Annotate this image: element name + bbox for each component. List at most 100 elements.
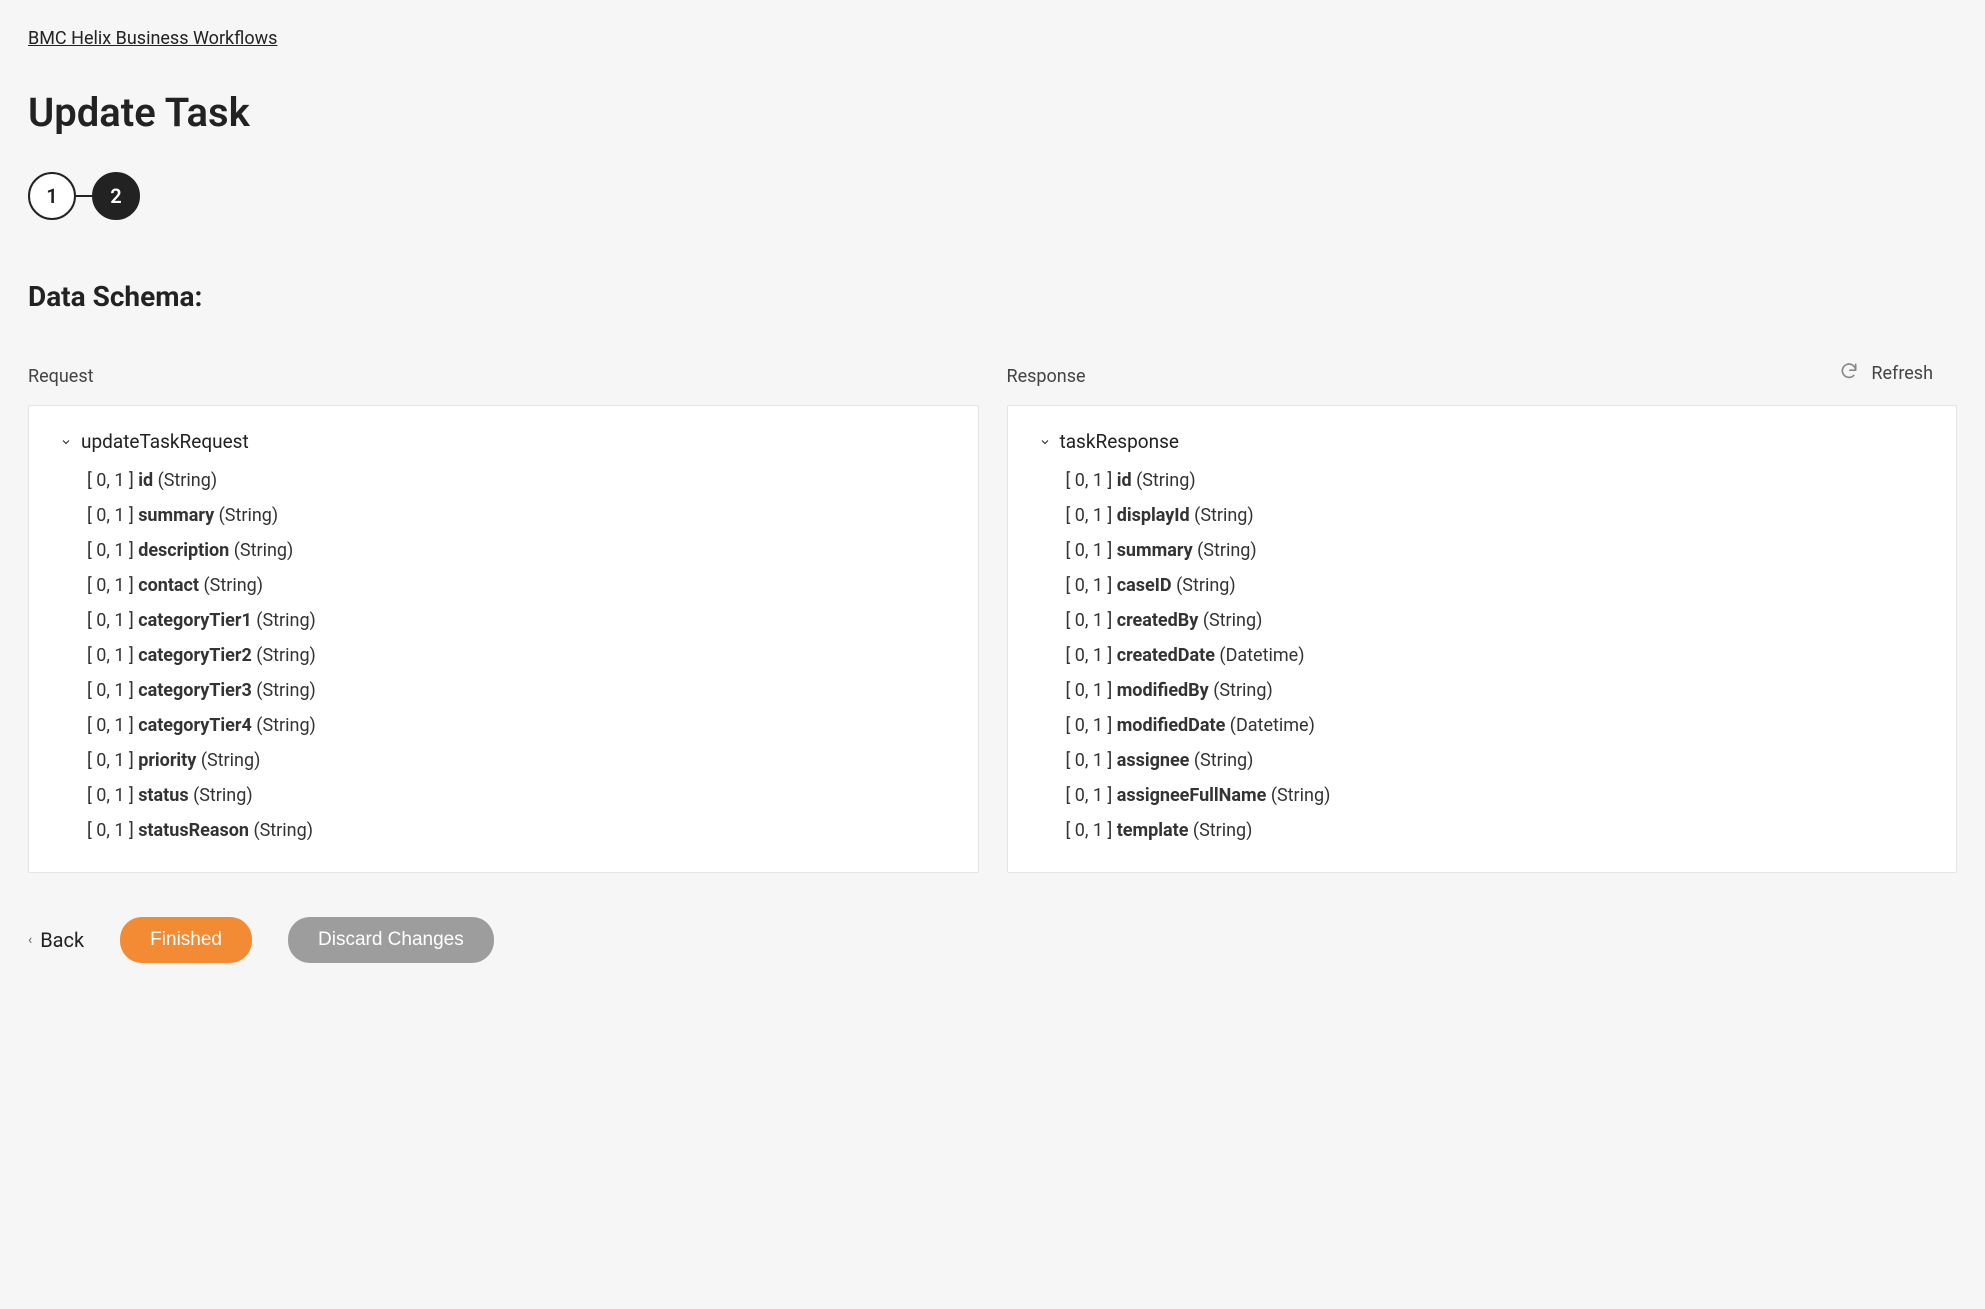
field-name: createdBy [1117, 610, 1203, 631]
schema-field: [ 0, 1 ] categoryTier2 (String) [87, 638, 948, 673]
field-cardinality: [ 0, 1 ] [87, 540, 138, 561]
field-name: assigneeFullName [1117, 785, 1271, 806]
field-name: assignee [1117, 750, 1194, 771]
field-name: summary [1117, 540, 1197, 561]
schema-field: [ 0, 1 ] summary (String) [87, 498, 948, 533]
response-label: Response [1007, 366, 1958, 387]
field-cardinality: [ 0, 1 ] [87, 820, 138, 841]
chevron-down-icon [1038, 435, 1052, 449]
field-type: (String) [253, 820, 313, 841]
field-name: template [1117, 820, 1193, 841]
field-cardinality: [ 0, 1 ] [1066, 715, 1117, 736]
schema-field: [ 0, 1 ] categoryTier1 (String) [87, 603, 948, 638]
schema-field: [ 0, 1 ] modifiedBy (String) [1066, 673, 1927, 708]
field-cardinality: [ 0, 1 ] [1066, 820, 1117, 841]
field-name: priority [138, 750, 201, 771]
field-type: (String) [256, 715, 316, 736]
field-cardinality: [ 0, 1 ] [87, 785, 138, 806]
field-name: caseID [1117, 575, 1176, 596]
field-type: (String) [256, 610, 316, 631]
back-button[interactable]: ‹ Back [28, 928, 84, 952]
request-root-label: updateTaskRequest [81, 430, 249, 453]
request-label: Request [28, 366, 979, 387]
field-cardinality: [ 0, 1 ] [1066, 680, 1117, 701]
request-panel: updateTaskRequest [ 0, 1 ] id (String)[ … [28, 405, 979, 873]
field-type: (String) [1194, 505, 1254, 526]
field-type: (String) [201, 750, 261, 771]
field-name: modifiedDate [1117, 715, 1230, 736]
step-1[interactable]: 1 [28, 172, 76, 220]
field-cardinality: [ 0, 1 ] [1066, 505, 1117, 526]
schema-field: [ 0, 1 ] id (String) [87, 463, 948, 498]
schema-field: [ 0, 1 ] categoryTier3 (String) [87, 673, 948, 708]
field-cardinality: [ 0, 1 ] [87, 750, 138, 771]
field-cardinality: [ 0, 1 ] [87, 610, 138, 631]
footer: ‹ Back Finished Discard Changes [28, 917, 1957, 963]
schema-field: [ 0, 1 ] contact (String) [87, 568, 948, 603]
schema-field: [ 0, 1 ] assignee (String) [1066, 743, 1927, 778]
field-type: (String) [234, 540, 294, 561]
field-name: categoryTier2 [138, 645, 256, 666]
field-name: description [138, 540, 234, 561]
field-type: (String) [256, 680, 316, 701]
field-type: (String) [219, 505, 279, 526]
field-name: contact [138, 575, 203, 596]
field-name: summary [138, 505, 218, 526]
schema-field: [ 0, 1 ] id (String) [1066, 463, 1927, 498]
field-name: id [138, 470, 157, 491]
schema-field: [ 0, 1 ] statusReason (String) [87, 813, 948, 848]
field-cardinality: [ 0, 1 ] [87, 645, 138, 666]
field-name: createdDate [1117, 645, 1220, 666]
section-title: Data Schema: [28, 280, 1957, 313]
schema-field: [ 0, 1 ] description (String) [87, 533, 948, 568]
field-name: modifiedBy [1117, 680, 1214, 701]
field-type: (String) [1271, 785, 1331, 806]
field-cardinality: [ 0, 1 ] [87, 470, 138, 491]
schema-field: [ 0, 1 ] status (String) [87, 778, 948, 813]
back-label: Back [40, 928, 84, 952]
schema-field: [ 0, 1 ] caseID (String) [1066, 568, 1927, 603]
field-name: id [1117, 470, 1136, 491]
schema-field: [ 0, 1 ] assigneeFullName (String) [1066, 778, 1927, 813]
request-root-toggle[interactable]: updateTaskRequest [59, 430, 948, 453]
field-name: status [138, 785, 193, 806]
schema-field: [ 0, 1 ] createdBy (String) [1066, 603, 1927, 638]
field-cardinality: [ 0, 1 ] [1066, 785, 1117, 806]
field-name: displayId [1117, 505, 1194, 526]
schema-field: [ 0, 1 ] createdDate (Datetime) [1066, 638, 1927, 673]
field-cardinality: [ 0, 1 ] [1066, 610, 1117, 631]
breadcrumb-link[interactable]: BMC Helix Business Workflows [28, 28, 277, 49]
field-type: (String) [193, 785, 253, 806]
response-column: Response taskResponse [ 0, 1 ] id (Strin… [1007, 366, 1958, 873]
field-type: (Datetime) [1230, 715, 1315, 736]
schema-field: [ 0, 1 ] priority (String) [87, 743, 948, 778]
field-name: categoryTier3 [138, 680, 256, 701]
step-2[interactable]: 2 [92, 172, 140, 220]
discard-button[interactable]: Discard Changes [288, 917, 494, 963]
step-connector [76, 195, 92, 197]
field-type: (String) [256, 645, 316, 666]
field-cardinality: [ 0, 1 ] [87, 715, 138, 736]
schema-field: [ 0, 1 ] categoryTier4 (String) [87, 708, 948, 743]
chevron-down-icon [59, 435, 73, 449]
schema-field: [ 0, 1 ] displayId (String) [1066, 498, 1927, 533]
field-type: (String) [1203, 610, 1263, 631]
field-cardinality: [ 0, 1 ] [1066, 575, 1117, 596]
field-type: (Datetime) [1219, 645, 1304, 666]
field-type: (String) [1193, 820, 1253, 841]
schema-field: [ 0, 1 ] summary (String) [1066, 533, 1927, 568]
page-title: Update Task [28, 89, 1957, 136]
response-root-label: taskResponse [1060, 430, 1179, 453]
response-root-toggle[interactable]: taskResponse [1038, 430, 1927, 453]
request-column: Request updateTaskRequest [ 0, 1 ] id (S… [28, 366, 979, 873]
field-name: categoryTier4 [138, 715, 256, 736]
finished-button[interactable]: Finished [120, 917, 252, 963]
field-type: (String) [1213, 680, 1273, 701]
field-type: (String) [1176, 575, 1236, 596]
response-panel: taskResponse [ 0, 1 ] id (String)[ 0, 1 … [1007, 405, 1958, 873]
field-cardinality: [ 0, 1 ] [87, 505, 138, 526]
field-name: categoryTier1 [138, 610, 256, 631]
field-cardinality: [ 0, 1 ] [1066, 645, 1117, 666]
field-cardinality: [ 0, 1 ] [87, 575, 138, 596]
response-fields: [ 0, 1 ] id (String)[ 0, 1 ] displayId (… [1066, 463, 1927, 848]
